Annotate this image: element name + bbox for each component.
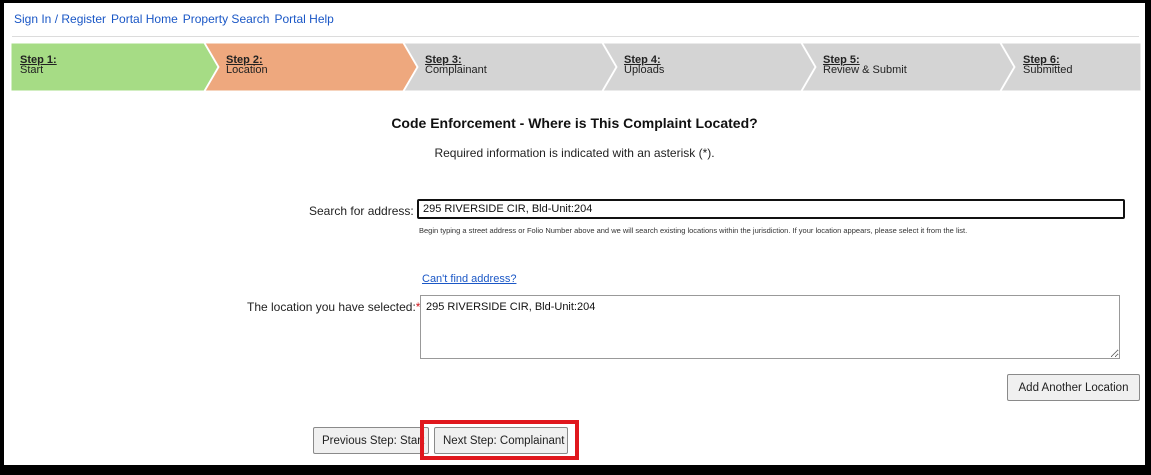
selected-location-textarea[interactable]: 295 RIVERSIDE CIR, Bld-Unit:204 [420, 295, 1120, 359]
step-progress-bar: Step 1: Start Step 2: Location Step 3: Comp… [11, 43, 1141, 91]
page-title: Code Enforcement - Where is This Complai… [391, 115, 758, 131]
property-search-link[interactable]: Property Search [183, 12, 270, 26]
portal-help-link[interactable]: Portal Help [274, 12, 333, 26]
next-step-button[interactable]: Next Step: Complainant [434, 427, 568, 454]
portal-page: Sign In / Register Portal Home Property … [4, 3, 1145, 465]
step-5-label: Step 5: Review & Submit [823, 54, 907, 76]
sign-in-register-link[interactable]: Sign In / Register [14, 12, 106, 26]
add-another-location-button[interactable]: Add Another Location [1007, 374, 1140, 401]
nav-divider [12, 36, 1139, 37]
search-address-label: Search for address: [309, 204, 414, 218]
step-6-label: Step 6: Submitted [1023, 54, 1073, 76]
step-1-label: Step 1: Start [20, 54, 57, 76]
step-3-label: Step 3: Complainant [425, 54, 487, 76]
previous-step-button[interactable]: Previous Step: Start [313, 427, 429, 454]
top-nav: Sign In / Register Portal Home Property … [14, 12, 334, 26]
portal-home-link[interactable]: Portal Home [111, 12, 178, 26]
search-hint: Begin typing a street address or Folio N… [419, 226, 968, 235]
required-info-note: Required information is indicated with a… [434, 146, 715, 160]
selected-location-label: The location you have selected:* [247, 300, 421, 314]
step-2-label: Step 2: Location [226, 54, 268, 76]
cant-find-address-link[interactable]: Can't find address? [422, 273, 516, 285]
step-4-label: Step 4: Uploads [624, 54, 665, 76]
search-address-input[interactable] [417, 199, 1125, 219]
